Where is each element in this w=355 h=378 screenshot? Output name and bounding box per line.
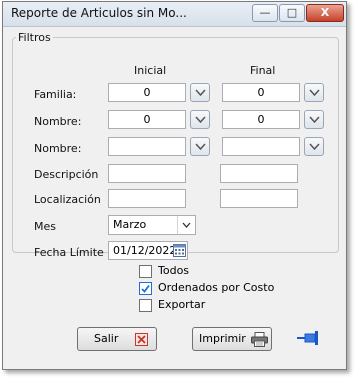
column-header-initial: Inicial bbox=[134, 64, 167, 77]
localizacion-label: Localización bbox=[34, 193, 101, 206]
filters-group-label: Filtros bbox=[18, 31, 51, 44]
nombre-final-input[interactable]: 0 bbox=[222, 110, 300, 129]
report-window: Reporte de Articulos sin Mo... — □ X Fil… bbox=[2, 1, 347, 370]
calendar-icon[interactable] bbox=[173, 243, 186, 258]
exportar-checkbox[interactable] bbox=[139, 299, 152, 312]
imprimir-label: Imprimir bbox=[199, 332, 246, 345]
nombre-final-lookup-button[interactable] bbox=[304, 110, 324, 129]
chevron-down-icon bbox=[195, 116, 206, 124]
fecha-limite-value: 01/12/2022 bbox=[113, 244, 177, 257]
familia-final-lookup-button[interactable] bbox=[304, 83, 324, 102]
nombre-2-final-lookup-button[interactable] bbox=[304, 137, 324, 156]
chevron-down-icon bbox=[309, 116, 320, 124]
nombre-2-initial-input[interactable] bbox=[108, 137, 186, 156]
chevron-down-icon bbox=[309, 143, 320, 151]
maximize-icon: □ bbox=[286, 6, 298, 19]
minimize-button[interactable]: — bbox=[252, 4, 278, 22]
ordenados-checkbox[interactable] bbox=[139, 282, 152, 295]
todos-checkbox[interactable] bbox=[139, 265, 152, 278]
chevron-down-icon bbox=[182, 222, 191, 228]
close-button[interactable]: X bbox=[306, 4, 344, 22]
chevron-down-icon bbox=[195, 143, 206, 151]
descripcion-final-input[interactable] bbox=[220, 164, 298, 183]
maximize-button[interactable]: □ bbox=[279, 4, 305, 22]
column-header-final: Final bbox=[250, 64, 276, 77]
title-bar[interactable]: Reporte de Articulos sin Mo... — □ X bbox=[3, 2, 346, 27]
fecha-limite-input[interactable]: 01/12/2022 bbox=[108, 241, 188, 260]
mes-label: Mes bbox=[34, 220, 56, 233]
window-title: Reporte de Articulos sin Mo... bbox=[11, 6, 187, 20]
familia-label: Familia: bbox=[34, 88, 77, 101]
salir-button[interactable]: Salir bbox=[77, 327, 157, 351]
nombre-2-final-input[interactable] bbox=[222, 137, 300, 156]
minimize-icon: — bbox=[259, 6, 271, 19]
familia-initial-lookup-button[interactable] bbox=[190, 83, 210, 102]
exit-icon bbox=[135, 333, 148, 346]
mes-select[interactable]: Marzo bbox=[108, 215, 196, 235]
mes-selected-value: Marzo bbox=[113, 218, 147, 231]
todos-label: Todos bbox=[158, 264, 190, 277]
familia-final-input[interactable]: 0 bbox=[222, 83, 300, 102]
descripcion-initial-input[interactable] bbox=[108, 164, 186, 183]
fecha-limite-label: Fecha Límite bbox=[34, 246, 104, 259]
close-icon: X bbox=[320, 6, 330, 19]
nombre-2-initial-lookup-button[interactable] bbox=[190, 137, 210, 156]
printer-icon bbox=[251, 332, 268, 347]
descripcion-label: Descripción bbox=[34, 168, 99, 181]
mes-dropdown-arrow[interactable] bbox=[177, 216, 195, 234]
localizacion-final-input[interactable] bbox=[220, 189, 298, 208]
familia-initial-input[interactable]: 0 bbox=[108, 83, 186, 102]
salir-label: Salir bbox=[94, 332, 119, 345]
nombre-initial-lookup-button[interactable] bbox=[190, 110, 210, 129]
filters-group: Filtros Inicial Final Familia: 0 0 Nombr… bbox=[12, 31, 339, 260]
nombre-label: Nombre: bbox=[34, 115, 82, 128]
nombre-2-label: Nombre: bbox=[34, 142, 82, 155]
nombre-initial-input[interactable]: 0 bbox=[108, 110, 186, 129]
dialog-body: Filtros Inicial Final Familia: 0 0 Nombr… bbox=[10, 28, 341, 365]
checkmark-icon bbox=[141, 284, 150, 293]
localizacion-initial-input[interactable] bbox=[108, 189, 186, 208]
chevron-down-icon bbox=[309, 89, 320, 97]
ordenados-label: Ordenados por Costo bbox=[158, 281, 275, 294]
imprimir-button[interactable]: Imprimir bbox=[192, 327, 272, 351]
chevron-down-icon bbox=[195, 89, 206, 97]
exportar-label: Exportar bbox=[158, 298, 206, 311]
pin-icon[interactable] bbox=[297, 330, 321, 346]
